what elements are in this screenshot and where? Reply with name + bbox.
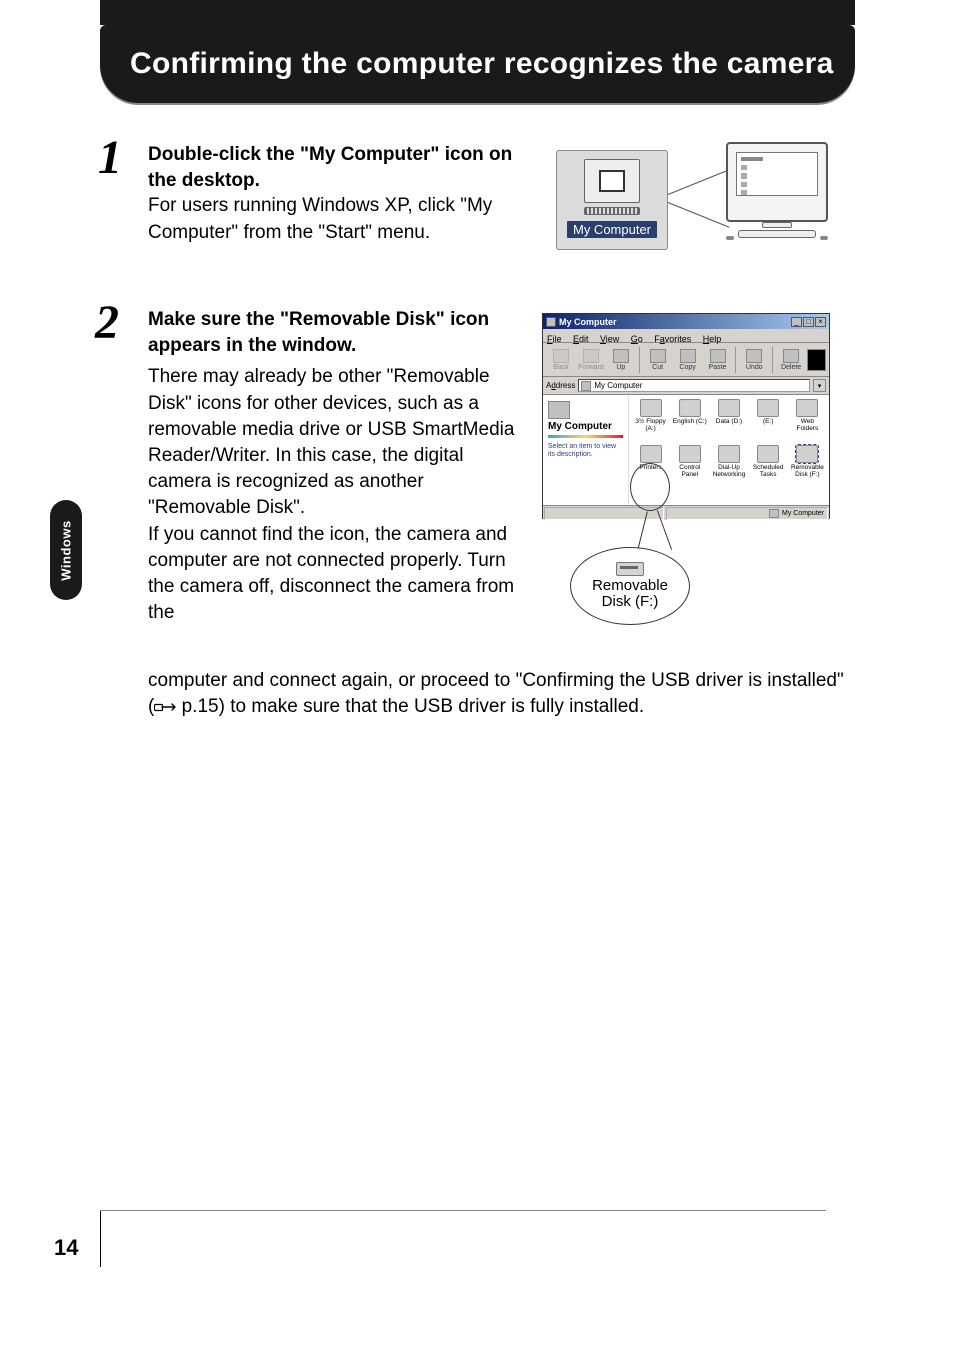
header-stub [100,0,855,25]
pointing-hand-icon [154,696,176,722]
callout-removable-disk: RemovableDisk (F:) [570,547,690,625]
throbber-icon [807,349,826,371]
computer-icon [548,401,570,419]
scheduled-tasks[interactable]: Scheduled Tasks [749,445,788,489]
callout-line1: Removable [592,577,668,594]
monitor-illustration [726,142,828,238]
side-tab-windows: Windows [50,500,82,600]
step1-body: Double-click the "My Computer" icon on t… [148,142,518,246]
footer-rule [100,1210,826,1211]
leader-line [668,202,730,228]
menu-help[interactable]: Help [703,334,722,344]
tb-back[interactable]: Back [547,349,575,371]
illustration-my-computer-window: My Computer _ □ × File Edit View Go Favo… [542,313,842,643]
menu-file[interactable]: File [547,334,562,344]
statusbar: My Computer [543,505,829,520]
minimize-button[interactable]: _ [791,317,802,327]
drive-e[interactable]: (E:) [749,399,788,443]
menu-edit[interactable]: Edit [573,334,589,344]
dial-up-networking[interactable]: Dial-Up Networking [709,445,748,489]
web-folders[interactable]: Web Folders [788,399,827,443]
control-panel[interactable]: Control Panel [670,445,709,489]
tb-forward[interactable]: Forward [577,349,605,371]
page-number-rule [100,1211,101,1267]
illustration-my-computer-icon: My Computer [548,142,828,252]
leader-line [668,169,730,195]
drive-c[interactable]: English (C:) [670,399,709,443]
step2-text-c: computer and connect again, or proceed t… [148,668,848,722]
callout-line2: Disk (F:) [602,593,659,610]
desktop-icon-label: My Computer [567,221,657,238]
callout-oval-source [630,463,670,511]
address-dropdown[interactable]: ▾ [813,379,826,392]
left-title: My Computer [548,421,623,432]
desktop-my-computer-icon: My Computer [556,150,668,250]
side-tab-label: Windows [59,520,74,580]
step-number-2: 2 [95,295,119,350]
address-input[interactable]: My Computer [578,379,810,392]
step2-text-a: There may already be other "Removable Di… [148,364,523,521]
address-bar: Address My Computer ▾ [543,377,829,395]
drive-floppy-a[interactable]: 3½ Floppy (A:) [631,399,670,443]
tb-up[interactable]: Up [607,349,635,371]
titlebar: My Computer _ □ × [543,314,829,329]
tb-copy[interactable]: Copy [674,349,702,371]
page-ref: p.15 [176,696,218,717]
menu-go[interactable]: Go [631,334,643,344]
toolbar: Back Forward Up Cut Copy Paste Undo Dele… [543,343,829,377]
tb-delete[interactable]: Delete [777,349,805,371]
address-label: Address [546,381,575,390]
status-icon [769,509,779,518]
menubar: File Edit View Go Favorites Help [543,329,829,343]
tb-cut[interactable]: Cut [644,349,672,371]
menu-view[interactable]: View [600,334,619,344]
page-header: Confirming the computer recognizes the c… [100,25,855,103]
close-button[interactable]: × [815,317,826,327]
address-value: My Computer [594,381,642,390]
left-desc: Select an item to view its description. [548,443,623,460]
drive-d[interactable]: Data (D:) [709,399,748,443]
page-number: 14 [54,1235,78,1261]
computer-icon [584,159,640,203]
address-icon [581,381,591,391]
window-title: My Computer [559,317,791,327]
page-title: Confirming the computer recognizes the c… [130,47,834,81]
maximize-button[interactable]: □ [803,317,814,327]
tb-undo[interactable]: Undo [740,349,768,371]
removable-disk-f[interactable]: Removable Disk (F:) [788,445,827,489]
menu-favorites[interactable]: Favorites [654,334,691,344]
status-text: My Computer [782,510,824,517]
window-my-computer: My Computer _ □ × File Edit View Go Favo… [542,313,830,519]
step-number-1: 1 [98,130,122,185]
window-icon [546,317,556,327]
step2-body: Make sure the "Removable Disk" icon appe… [148,307,523,626]
removable-disk-icon [616,562,644,576]
step2-text-c-post: ) to make sure that the USB driver is fu… [219,696,645,717]
left-info-pane: My Computer Select an item to view its d… [543,395,629,505]
step2-head: Make sure the "Removable Disk" icon appe… [148,307,523,358]
tb-paste[interactable]: Paste [704,349,732,371]
step2-text-b: If you cannot find the icon, the camera … [148,522,523,627]
step1-head: Double-click the "My Computer" icon on t… [148,142,518,193]
step1-text: For users running Windows XP, click "My … [148,193,518,245]
